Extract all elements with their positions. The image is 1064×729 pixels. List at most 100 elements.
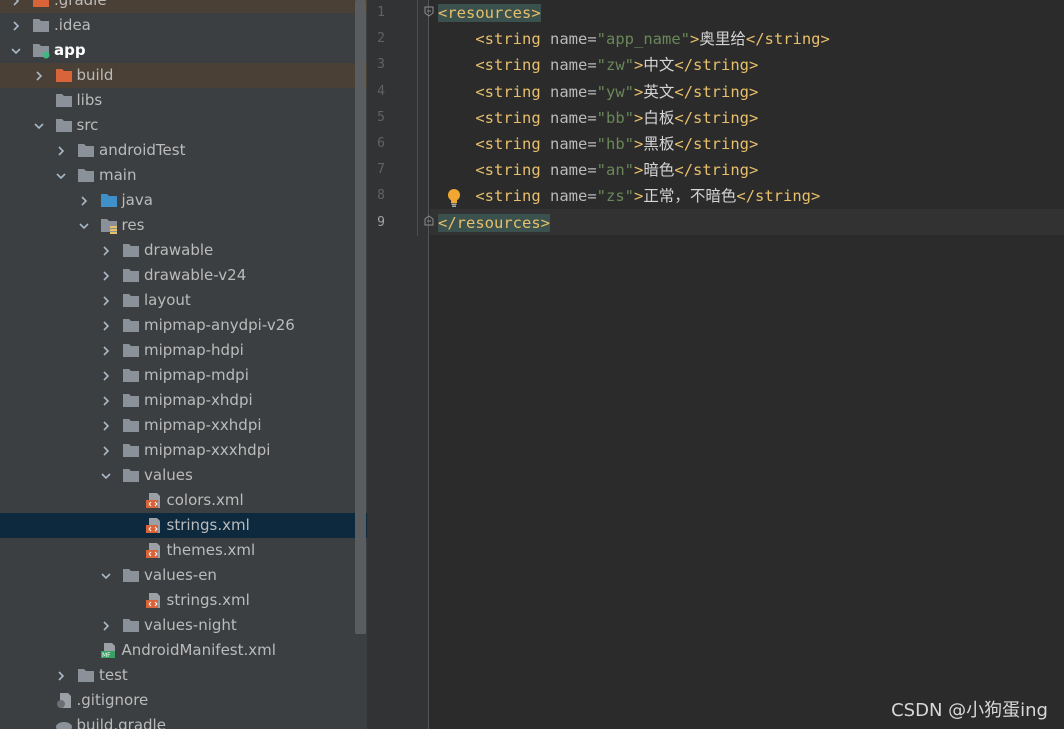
xml-file-icon <box>145 592 163 609</box>
string-close-tag: </string> <box>674 82 759 101</box>
tree-item-java[interactable]: java <box>0 188 367 213</box>
code-editor[interactable]: <resources> <string name="app_name">奥里给<… <box>430 0 1064 729</box>
code-line[interactable]: <string name="app_name">奥里给</string> <box>438 26 830 52</box>
tree-item-colors-xml[interactable]: colors.xml <box>0 488 367 513</box>
attribute-name: name <box>550 30 588 49</box>
tree-item-build[interactable]: build <box>0 63 367 88</box>
tree-item-gradle[interactable]: .gradle <box>0 0 367 13</box>
folder-orange-icon <box>32 0 50 9</box>
chevron-down-icon[interactable] <box>31 113 47 138</box>
chevron-right-icon[interactable] <box>8 13 24 38</box>
tree-item-label: app <box>54 41 86 59</box>
code-line[interactable]: <string name="bb">白板</string> <box>438 105 758 131</box>
tree-item-androidtest[interactable]: androidTest <box>0 138 367 163</box>
chevron-right-icon[interactable] <box>98 413 114 438</box>
tree-item-app[interactable]: app <box>0 38 367 63</box>
lightbulb-intention-icon[interactable] <box>446 188 462 208</box>
tree-item-themes-xml[interactable]: themes.xml <box>0 538 367 563</box>
string-close-tag: </string> <box>674 108 759 127</box>
tree-item-label: .gradle <box>54 0 107 9</box>
code-line[interactable]: <resources> <box>438 0 541 26</box>
chevron-down-icon[interactable] <box>76 213 92 238</box>
tree-item-build-gradle[interactable]: build.gradle <box>0 713 367 729</box>
code-line[interactable]: <string name="hb">黑板</string> <box>438 131 758 157</box>
res-folder-icon <box>100 217 118 234</box>
chevron-down-icon[interactable] <box>8 38 24 63</box>
tree-item-mipmap-xxxhdpi[interactable]: mipmap-xxxhdpi <box>0 438 367 463</box>
tree-item-main[interactable]: main <box>0 163 367 188</box>
chevron-down-icon[interactable] <box>98 463 114 488</box>
folder-orange-icon <box>55 67 73 84</box>
tree-item-values[interactable]: values <box>0 463 367 488</box>
tree-item-values-night[interactable]: values-night <box>0 613 367 638</box>
module-folder-icon <box>32 42 50 59</box>
tree-item-drawable[interactable]: drawable <box>0 238 367 263</box>
string-value: 正常，不暗色 <box>643 187 737 206</box>
tree-item-values-en[interactable]: values-en <box>0 563 367 588</box>
tree-item-layout[interactable]: layout <box>0 288 367 313</box>
chevron-right-icon[interactable] <box>98 313 114 338</box>
string-close-tag: </string> <box>674 56 759 75</box>
string-open-tag: <string <box>475 161 541 180</box>
fold-marker-icon[interactable] <box>424 6 434 17</box>
tree-item-mipmap-xxhdpi[interactable]: mipmap-xxhdpi <box>0 413 367 438</box>
tree-item-test[interactable]: test <box>0 663 367 688</box>
code-line[interactable]: <string name="zs">正常，不暗色</string> <box>438 183 820 209</box>
tag-bracket: > <box>634 108 644 127</box>
tree-item-strings-xml[interactable]: strings.xml <box>0 513 367 538</box>
tree-item-androidmanifest-xml[interactable]: MF AndroidManifest.xml <box>0 638 367 663</box>
chevron-down-icon[interactable] <box>98 563 114 588</box>
code-line[interactable]: <string name="yw">英文</string> <box>438 79 758 105</box>
fold-end-marker-icon[interactable] <box>424 215 434 226</box>
string-value: 黑板 <box>643 135 675 153</box>
tree-item-mipmap-xhdpi[interactable]: mipmap-xhdpi <box>0 388 367 413</box>
equals-sign: = <box>587 30 597 49</box>
chevron-right-icon[interactable] <box>98 388 114 413</box>
tag-bracket: > <box>634 56 644 75</box>
chevron-down-icon[interactable] <box>53 163 69 188</box>
chevron-right-icon[interactable] <box>98 338 114 363</box>
chevron-right-icon[interactable] <box>98 238 114 263</box>
folder-blue-icon <box>100 192 118 209</box>
tree-item-src[interactable]: src <box>0 113 367 138</box>
tree-item-label: drawable <box>144 241 214 259</box>
tree-item-label: main <box>99 166 137 184</box>
chevron-right-icon[interactable] <box>76 188 92 213</box>
chevron-right-icon[interactable] <box>8 0 24 13</box>
tree-item-gitignore[interactable]: .gitignore <box>0 688 367 713</box>
tree-item-res[interactable]: res <box>0 213 367 238</box>
tree-item-label: build <box>76 66 114 84</box>
string-value: 奥里给 <box>699 30 746 49</box>
chevron-right-icon[interactable] <box>98 263 114 288</box>
chevron-right-icon[interactable] <box>98 438 114 463</box>
tree-item-label: AndroidManifest.xml <box>121 641 276 659</box>
string-close-tag: </string> <box>736 187 821 206</box>
tree-item-label: build.gradle <box>76 716 166 729</box>
chevron-right-icon[interactable] <box>53 138 69 163</box>
chevron-right-icon[interactable] <box>53 663 69 688</box>
tree-item-drawable-v24[interactable]: drawable-v24 <box>0 263 367 288</box>
tree-item-libs[interactable]: libs <box>0 88 367 113</box>
folder-icon <box>122 342 140 359</box>
tree-item-mipmap-hdpi[interactable]: mipmap-hdpi <box>0 338 367 363</box>
string-value: 白板 <box>643 108 675 127</box>
attribute-name: name <box>550 135 588 153</box>
chevron-right-icon[interactable] <box>98 288 114 313</box>
chevron-right-icon[interactable] <box>98 613 114 638</box>
code-line[interactable]: <string name="zw">中文</string> <box>438 52 758 78</box>
chevron-right-icon[interactable] <box>31 63 47 88</box>
folder-icon <box>122 392 140 409</box>
tree-item-mipmap-anydpi-v26[interactable]: mipmap-anydpi-v26 <box>0 313 367 338</box>
code-line[interactable]: <string name="an">暗色</string> <box>438 157 758 183</box>
chevron-right-icon[interactable] <box>98 363 114 388</box>
folder-icon <box>122 367 140 384</box>
attribute-value: "an" <box>596 161 634 180</box>
tree-item-mipmap-mdpi[interactable]: mipmap-mdpi <box>0 363 367 388</box>
string-open-tag: <string <box>475 135 541 153</box>
tree-item-strings-xml[interactable]: strings.xml <box>0 588 367 613</box>
tree-item-idea[interactable]: .idea <box>0 13 367 38</box>
code-line[interactable]: </resources> <box>438 210 550 236</box>
string-open-tag: <string <box>475 108 541 127</box>
tree-scrollbar[interactable] <box>355 0 366 634</box>
attribute-name: name <box>550 187 588 206</box>
